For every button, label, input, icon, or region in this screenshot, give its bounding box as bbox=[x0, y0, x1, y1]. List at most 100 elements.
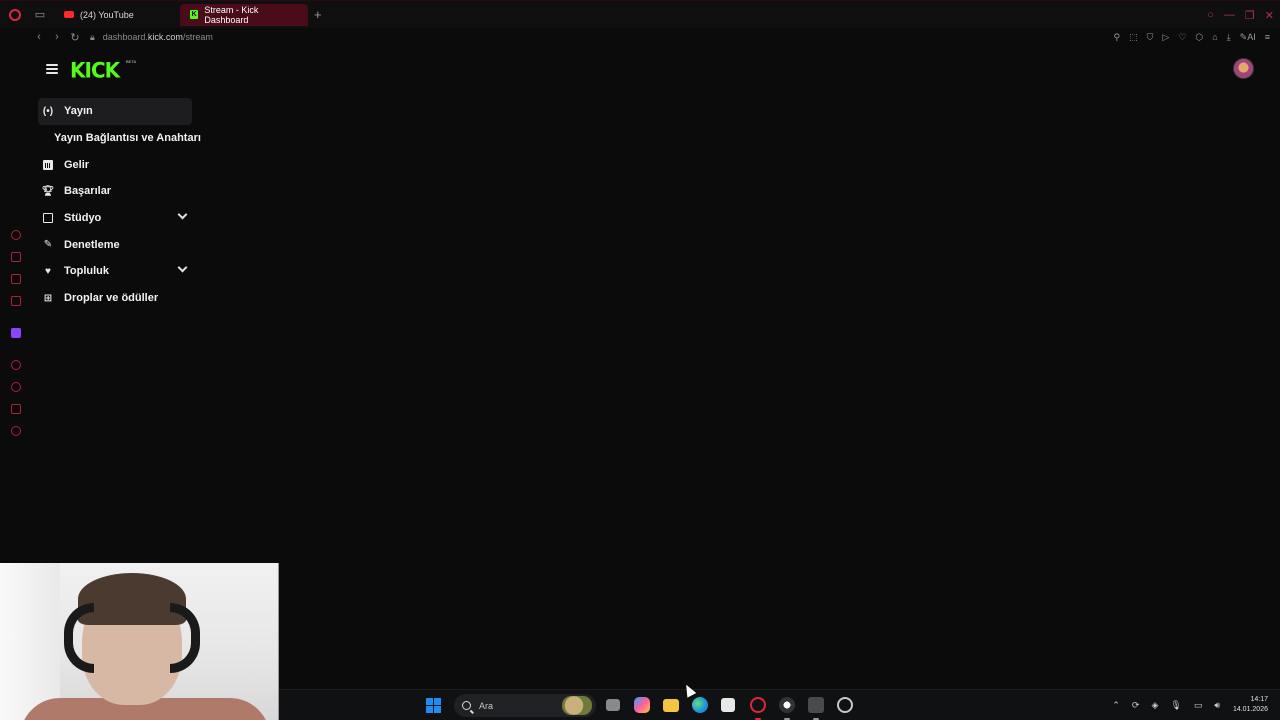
drops-icon: ⊞ bbox=[43, 292, 53, 304]
chevron-down-icon[interactable] bbox=[177, 209, 188, 220]
pinboard-icon[interactable] bbox=[11, 274, 21, 284]
clock-time: 14:17 bbox=[1250, 696, 1268, 703]
kick-header: KICK BETA bbox=[32, 50, 1280, 90]
search-placeholder: Ara bbox=[479, 700, 494, 711]
shield-tray-icon[interactable]: ◈ bbox=[1151, 700, 1158, 711]
headphones-left bbox=[64, 603, 94, 673]
tab-youtube-label: (24) YouTube bbox=[80, 9, 134, 20]
nav-item-studyo[interactable]: Stüdyo bbox=[38, 205, 206, 232]
close-icon[interactable]: ✕ bbox=[1265, 9, 1274, 22]
trophy-icon: 🏆︎ bbox=[41, 185, 55, 197]
file-explorer-icon[interactable] bbox=[663, 699, 679, 712]
obs-icon[interactable] bbox=[779, 697, 795, 713]
minimize-icon[interactable]: — bbox=[1224, 9, 1235, 21]
nav-item-label: Denetleme bbox=[64, 238, 120, 251]
edge-icon[interactable] bbox=[692, 697, 708, 713]
restore-icon[interactable]: ❐ bbox=[1245, 9, 1255, 22]
wallet-icon[interactable]: ⌂ bbox=[1212, 32, 1217, 42]
headphones-right bbox=[170, 603, 200, 673]
task-view-icon[interactable] bbox=[606, 699, 620, 711]
nav-item-label: Yayın Bağlantısı ve Anahtarı bbox=[54, 132, 201, 145]
taskbar-search[interactable]: Ara bbox=[454, 694, 596, 717]
flow-icon[interactable] bbox=[11, 230, 21, 240]
wrench-icon: ✎ bbox=[43, 239, 53, 251]
tab-kick-dashboard[interactable]: K Stream - Kick Dashboard bbox=[180, 3, 308, 26]
tab-youtube[interactable]: (24) YouTube bbox=[54, 4, 176, 26]
url-field[interactable]: dashboard.kick.com/stream bbox=[103, 32, 213, 42]
url-domain: kick.com bbox=[147, 32, 183, 42]
nav-item-topluluk[interactable]: ♥ Topluluk bbox=[38, 258, 206, 285]
search-icon bbox=[462, 701, 471, 710]
snapshot-icon[interactable]: ⬚ bbox=[1129, 32, 1138, 43]
lock-icon[interactable]: 🔒︎ bbox=[90, 32, 95, 43]
clock-date: 14.01.2026 bbox=[1232, 706, 1268, 713]
bag-icon[interactable] bbox=[11, 252, 21, 262]
player-icon[interactable] bbox=[11, 360, 21, 370]
search-highlight-image bbox=[562, 696, 592, 715]
search-tabs-icon[interactable]: ○ bbox=[1207, 9, 1214, 21]
nav-item-basarilar[interactable]: 🏆︎ Başarılar bbox=[38, 178, 206, 205]
avatar[interactable] bbox=[1233, 58, 1254, 79]
workspaces-icon[interactable]: ▭ bbox=[30, 1, 50, 29]
opera-menu-button[interactable] bbox=[0, 1, 30, 29]
nav-item-label: Stüdyo bbox=[64, 212, 102, 225]
browser-tab-strip: ▭ (24) YouTube K Stream - Kick Dashboard… bbox=[0, 0, 1280, 28]
extensions-icon[interactable]: ⬡ bbox=[1195, 32, 1203, 43]
back-icon[interactable]: ‹ bbox=[30, 31, 48, 43]
kick-icon: K bbox=[190, 10, 199, 19]
heart-icon[interactable]: ♡ bbox=[1178, 32, 1186, 43]
news-icon[interactable] bbox=[11, 296, 21, 306]
nav-item-label: Yayın bbox=[64, 105, 93, 118]
opera-logo-icon bbox=[9, 8, 21, 21]
reload-icon[interactable]: ↻ bbox=[66, 31, 84, 44]
nav-item-label: Gelir bbox=[64, 158, 90, 171]
url-prefix: dashboard. bbox=[102, 32, 148, 42]
forward-icon[interactable]: › bbox=[48, 31, 66, 43]
chart-icon bbox=[42, 159, 54, 171]
nav-item-denetleme[interactable]: ✎ Denetleme bbox=[38, 231, 206, 258]
microphone-icon[interactable]: 🎙︎ bbox=[1170, 700, 1181, 711]
play-icon[interactable]: ▷ bbox=[1162, 32, 1169, 43]
chevron-up-icon[interactable]: ⌃ bbox=[1112, 700, 1120, 711]
settings-icon[interactable] bbox=[11, 426, 21, 436]
nav-item-label: Başarılar bbox=[64, 185, 112, 198]
webcam-window-background bbox=[0, 563, 60, 720]
app-icon[interactable] bbox=[808, 697, 824, 713]
twitch-icon[interactable] bbox=[11, 328, 21, 338]
screen: ▭ (24) YouTube K Stream - Kick Dashboard… bbox=[0, 0, 1280, 720]
ai-button[interactable]: ✎AI bbox=[1240, 32, 1256, 43]
nav-item-stream-key[interactable]: Yayın Bağlantısı ve Anahtarı bbox=[38, 125, 206, 152]
nav-item-droplar[interactable]: ⊞ Droplar ve ödüller bbox=[38, 285, 206, 312]
new-tab-button[interactable]: + bbox=[314, 7, 322, 22]
extensions-sidebar-icon[interactable] bbox=[11, 404, 21, 414]
volume-icon[interactable]: 🔊︎ bbox=[1214, 700, 1220, 711]
kick-logo[interactable]: KICK bbox=[70, 57, 120, 82]
nav-item-yayin[interactable]: (•) Yayın bbox=[38, 98, 192, 125]
dashboard-nav: (•) Yayın Yayın Bağlantısı ve Anahtarı G… bbox=[38, 98, 206, 312]
windows-start-icon[interactable] bbox=[426, 698, 441, 713]
nav-item-gelir[interactable]: Gelir bbox=[38, 151, 206, 178]
pin-icon[interactable]: ⚲ bbox=[1114, 32, 1121, 43]
network-icon[interactable]: ▭ bbox=[1194, 700, 1203, 711]
history-icon[interactable] bbox=[11, 382, 21, 392]
download-icon[interactable]: ⤓ bbox=[1227, 32, 1231, 43]
system-tray: ⌃ ⟳ ◈ 🎙︎ ▭ 🔊︎ bbox=[1112, 690, 1220, 720]
studio-icon bbox=[42, 212, 54, 224]
community-icon: ♥ bbox=[45, 265, 51, 277]
ai-label: AI bbox=[1247, 31, 1256, 42]
url-path: /stream bbox=[182, 32, 213, 42]
hamburger-menu-icon[interactable] bbox=[46, 64, 58, 74]
chevron-down-icon[interactable] bbox=[177, 262, 188, 273]
opera-taskbar-icon[interactable] bbox=[750, 697, 766, 713]
steam-icon[interactable] bbox=[837, 697, 853, 713]
shield-icon[interactable]: ⛉ bbox=[1147, 32, 1154, 43]
copilot-icon[interactable] bbox=[634, 697, 650, 713]
youtube-icon bbox=[64, 11, 74, 18]
taskbar-clock[interactable]: 14:17 14.01.2026 bbox=[1233, 695, 1268, 715]
store-icon[interactable] bbox=[721, 698, 735, 712]
webcam-overlay bbox=[0, 563, 279, 720]
tab-kick-label: Stream - Kick Dashboard bbox=[204, 4, 259, 25]
easy-setup-icon[interactable]: ≡ bbox=[1265, 32, 1270, 42]
taskbar: Ara ⌃ ⟳ ◈ 🎙︎ ▭ 🔊︎ 14:17 14.01.2026 bbox=[279, 689, 1280, 720]
sync-icon[interactable]: ⟳ bbox=[1132, 700, 1140, 711]
